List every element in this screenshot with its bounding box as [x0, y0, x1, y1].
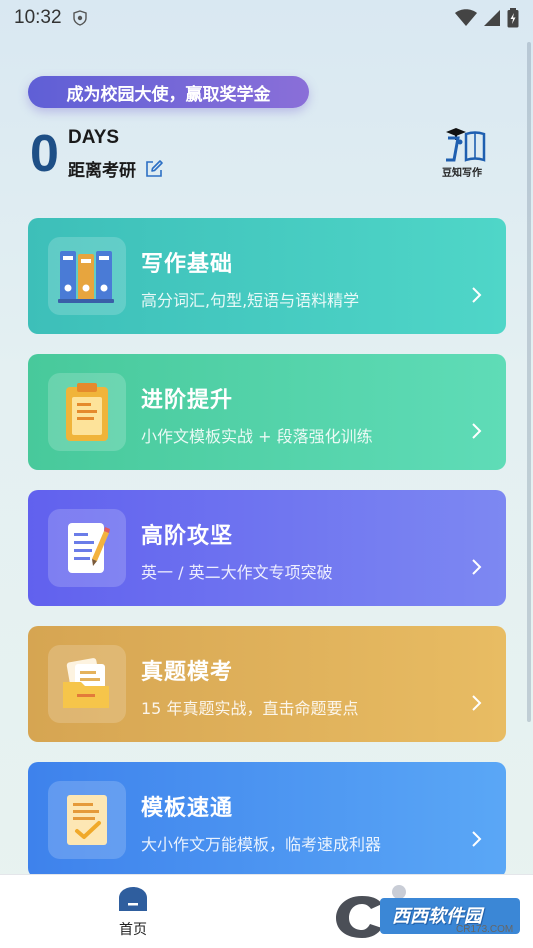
card-title: 高阶攻坚	[141, 524, 234, 549]
card-subtitle: 英一 / 英二大作文专项突破	[141, 563, 333, 582]
signal-icon	[484, 10, 500, 26]
books-icon	[48, 237, 126, 315]
card-subtitle: 大小作文万能模板，临考速成利器	[141, 835, 382, 854]
scrollbar[interactable]	[527, 42, 531, 722]
card-title: 进阶提升	[141, 388, 234, 413]
card-title: 模板速通	[141, 796, 234, 821]
card-title: 写作基础	[141, 252, 234, 277]
chevron-right-icon	[472, 559, 482, 575]
card-template-quick[interactable]: 模板速通 大小作文万能模板，临考速成利器	[28, 762, 506, 878]
checklist-icon	[48, 781, 126, 859]
ambassador-banner-label: 成为校园大使，赢取奖学金	[66, 84, 271, 105]
countdown-caption: 距离考研	[68, 161, 136, 181]
watermark-site: CR173.COM	[456, 924, 514, 935]
card-advanced-improvement[interactable]: 进阶提升 小作文模板实战 + 段落强化训练	[28, 354, 506, 470]
document-pencil-icon	[48, 509, 126, 587]
folder-papers-icon	[48, 645, 126, 723]
countdown-caption-row[interactable]: 距离考研	[68, 156, 164, 181]
clipboard-icon	[48, 373, 126, 451]
tab-home[interactable]: 首页	[104, 885, 162, 945]
shield-icon	[72, 10, 87, 26]
battery-icon	[507, 8, 519, 28]
countdown-number: 0	[30, 125, 59, 183]
card-subtitle: 15 年真题实战，直击命题要点	[141, 699, 359, 718]
app-logo: 豆知写作	[440, 124, 492, 180]
card-subtitle: 小作文模板实战 + 段落强化训练	[141, 427, 373, 446]
chevron-right-icon	[472, 831, 482, 847]
status-bar: 10:32	[0, 0, 533, 36]
logo-text: 豆知写作	[442, 168, 482, 179]
ambassador-banner[interactable]: 成为校园大使，赢取奖学金	[28, 76, 309, 108]
chevron-right-icon	[472, 695, 482, 711]
edit-icon[interactable]	[144, 159, 164, 179]
wifi-icon	[455, 9, 477, 26]
card-writing-basics[interactable]: 写作基础 高分词汇,句型,短语与语料精学	[28, 218, 506, 334]
status-time: 10:32	[14, 7, 62, 28]
countdown-unit: DAYS	[68, 127, 120, 148]
home-icon	[119, 887, 147, 911]
card-title: 真题模考	[141, 660, 234, 685]
card-past-exam-mock[interactable]: 真题模考 15 年真题实战，直击命题要点	[28, 626, 506, 742]
chevron-right-icon	[472, 423, 482, 439]
chevron-right-icon	[472, 287, 482, 303]
card-subtitle: 高分词汇,句型,短语与语料精学	[141, 291, 360, 310]
tab-home-label: 首页	[119, 922, 147, 938]
card-high-level-breakthrough[interactable]: 高阶攻坚 英一 / 英二大作文专项突破	[28, 490, 506, 606]
